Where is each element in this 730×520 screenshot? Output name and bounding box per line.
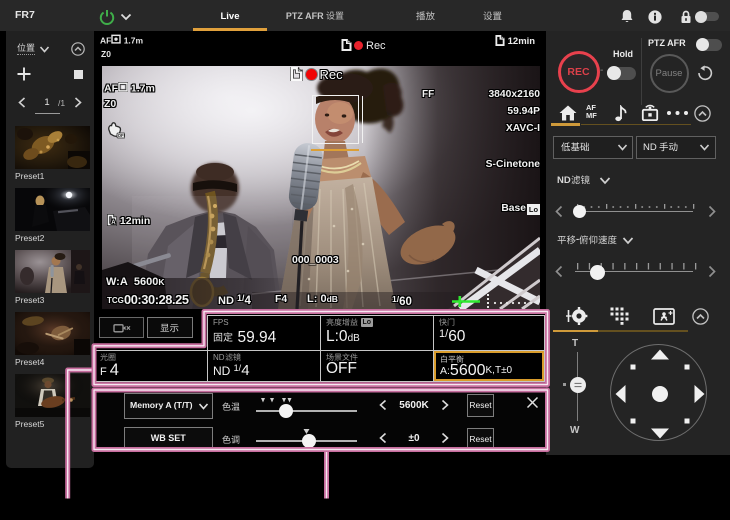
svg-text:OFF: OFF <box>118 133 125 138</box>
svg-text:A: A <box>111 220 116 226</box>
